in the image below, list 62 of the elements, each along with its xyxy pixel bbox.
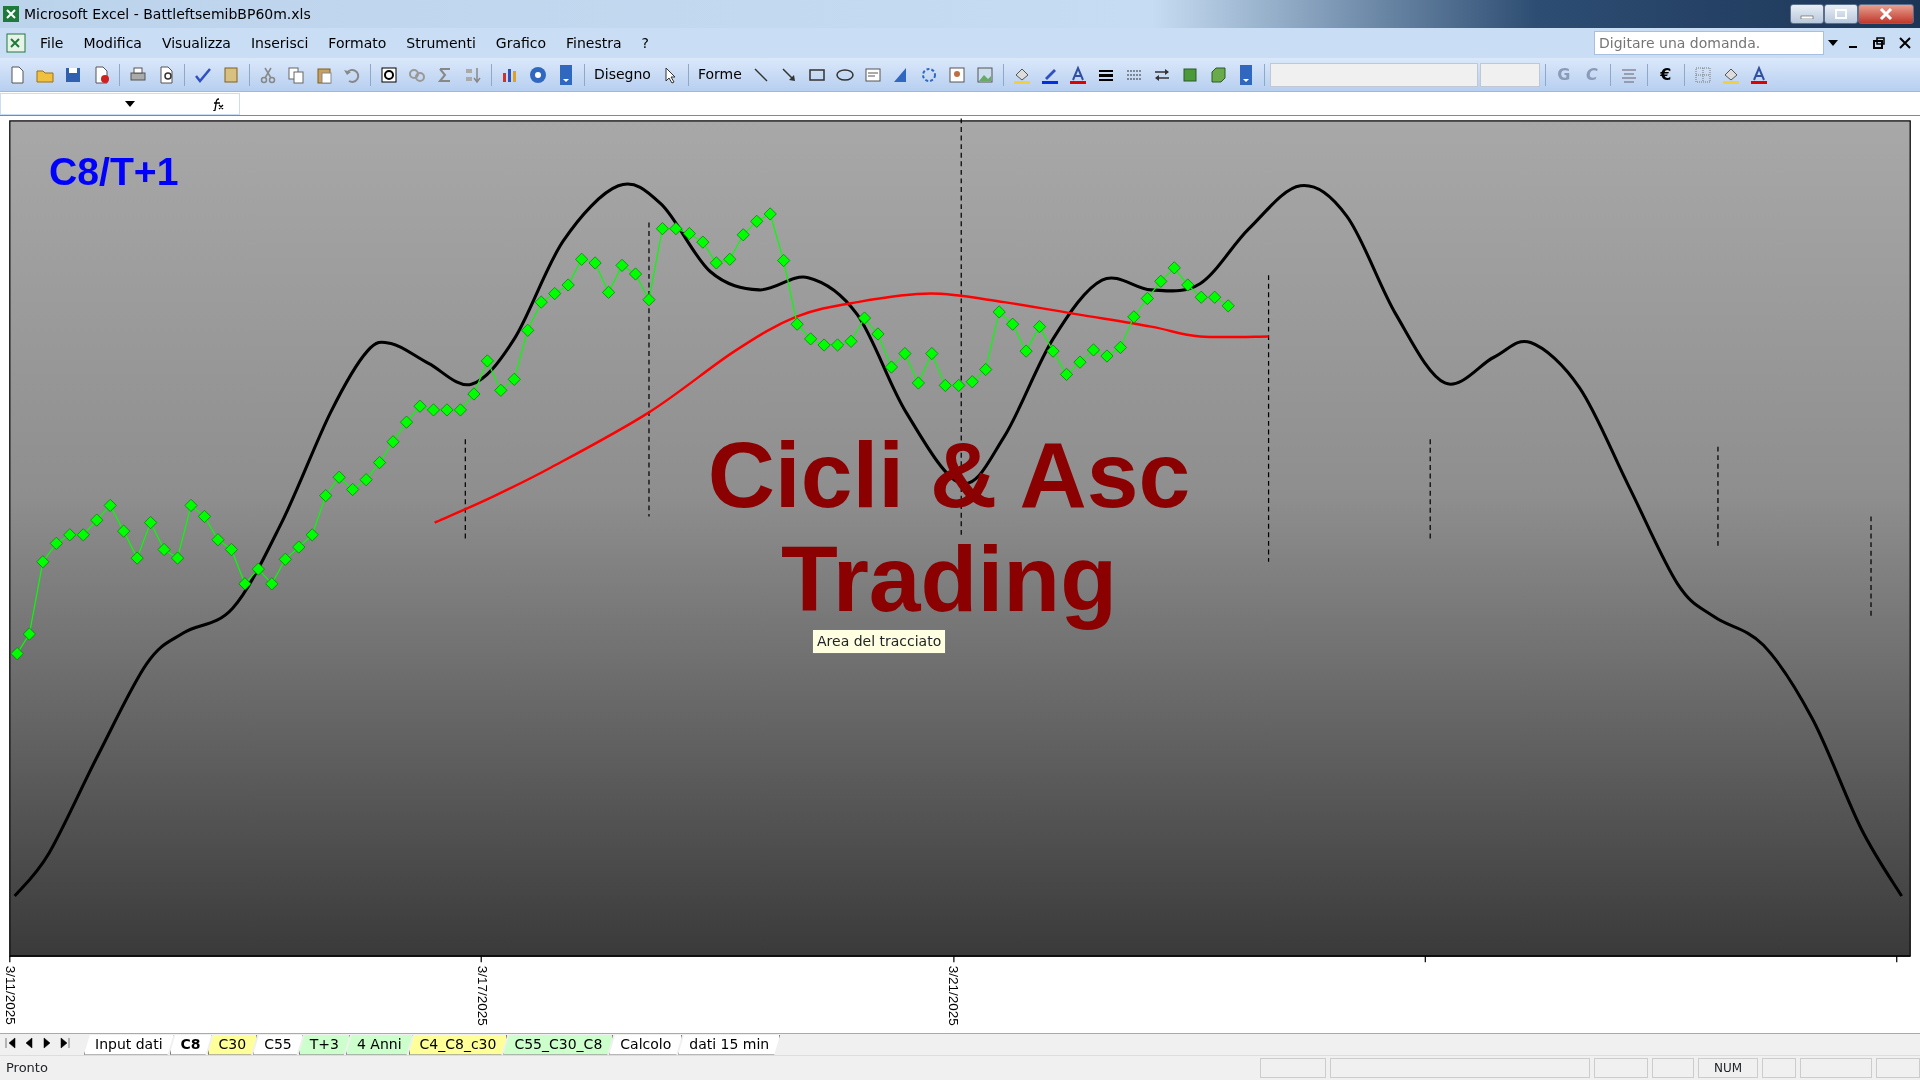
font-name-field[interactable] <box>1269 62 1478 87</box>
close-button[interactable] <box>1858 4 1914 24</box>
sheet-tab[interactable]: T+3 <box>298 1034 350 1055</box>
euro-conversion-icon[interactable] <box>379 64 399 85</box>
sheet-tab[interactable]: dati 15 min <box>678 1034 781 1055</box>
sheet-tab[interactable]: C30 <box>207 1034 258 1055</box>
menu-item[interactable]: Formato <box>320 30 395 56</box>
status-panel <box>1260 1058 1326 1078</box>
menu-item[interactable]: Visualizza <box>153 30 239 56</box>
menu-item[interactable]: Strumenti <box>398 30 484 56</box>
menu-item[interactable]: Finestra <box>558 30 630 56</box>
menu-item[interactable]: Inserisci <box>242 30 317 56</box>
first-sheet-icon[interactable] <box>4 1035 18 1050</box>
menu-item[interactable]: Grafico <box>487 30 555 56</box>
help-search-field[interactable]: Digitare una domanda. <box>1594 31 1824 55</box>
sheet-tab[interactable]: 4 Anni <box>345 1034 413 1055</box>
window-title: Microsoft Excel - BattleftsemibBP60m.xls <box>24 4 311 24</box>
clip-art-icon[interactable] <box>946 64 967 85</box>
euro-button[interactable]: € <box>1652 61 1679 88</box>
maximize-icon <box>1834 8 1848 20</box>
close-icon <box>1878 7 1894 21</box>
minimize-button[interactable] <box>1790 4 1824 24</box>
axis-label: 3/21/2025 <box>946 965 961 1026</box>
sheet-tab[interactable]: C4_C8_c30 <box>408 1034 508 1055</box>
sheet-tab[interactable]: Calcolo <box>609 1034 683 1055</box>
axis-label: 3/17/2025 <box>474 965 490 1026</box>
draw-menu[interactable]: Disegno <box>590 64 655 85</box>
last-sheet-icon[interactable] <box>58 1035 72 1050</box>
status-panel <box>1762 1058 1796 1078</box>
axis-label: 3/11/2025 <box>3 965 19 1025</box>
dropdown-arrow-icon[interactable] <box>1828 39 1838 47</box>
status-indicator: NUM <box>1698 1058 1758 1078</box>
sheet-tab[interactable]: Input dati <box>84 1034 174 1055</box>
chart-overlay-text: Trading <box>780 526 1117 631</box>
font-color-icon[interactable] <box>1748 64 1769 85</box>
function-icon[interactable] <box>210 96 226 111</box>
tooltip: Area del tracciato <box>812 629 947 654</box>
menu-item[interactable]: Modifica <box>75 30 150 56</box>
restore-icon[interactable] <box>1872 36 1886 50</box>
plot-area[interactable] <box>9 120 1911 957</box>
sheet-tab[interactable]: C8 <box>169 1034 212 1055</box>
menu-item[interactable]: File <box>32 30 72 56</box>
menu-item[interactable]: ? <box>633 30 657 56</box>
status-panel <box>1876 1058 1920 1078</box>
status-panel <box>1652 1058 1694 1078</box>
status-text: Pronto <box>6 1059 48 1078</box>
sheet-tab[interactable]: C55_C30_C8 <box>503 1034 614 1055</box>
close-icon[interactable] <box>1898 36 1912 50</box>
shapes-menu[interactable]: Forme <box>693 64 746 85</box>
font-size-field[interactable] <box>1479 62 1540 87</box>
chart-title: C8/T+1 <box>49 149 179 193</box>
status-panel <box>1800 1058 1872 1078</box>
status-panel <box>1594 1058 1648 1078</box>
name-box-field[interactable] <box>0 92 240 115</box>
sheet-tab[interactable]: C55 <box>253 1034 303 1055</box>
dropdown-arrow-icon[interactable] <box>125 99 135 108</box>
help-icon[interactable] <box>528 64 548 85</box>
font-color-icon[interactable] <box>1067 64 1088 85</box>
copy-icon[interactable] <box>286 64 306 85</box>
maximize-button[interactable] <box>1824 4 1858 24</box>
workbook-icon[interactable] <box>4 32 28 54</box>
excel-logo-icon <box>2 5 20 23</box>
